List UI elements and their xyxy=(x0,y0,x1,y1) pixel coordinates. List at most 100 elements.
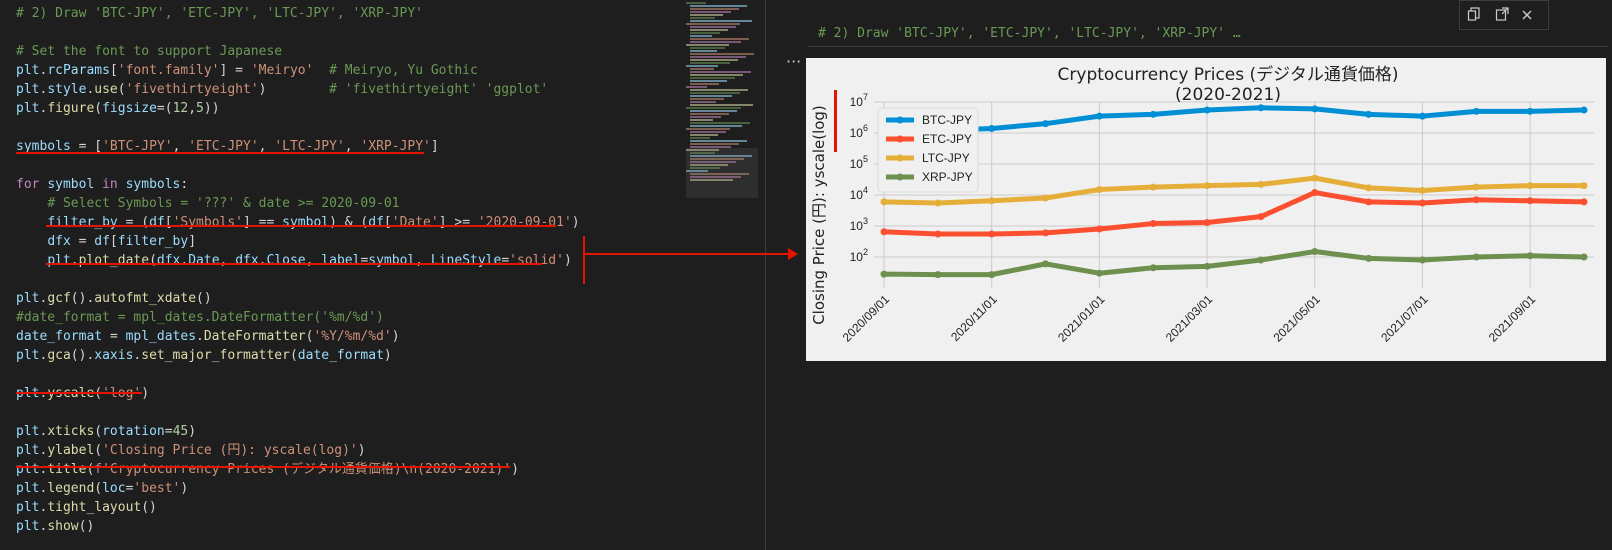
code-line[interactable]: # 2) Draw 'BTC-JPY', 'ETC-JPY', 'LTC-JPY… xyxy=(16,4,423,23)
minimap-line xyxy=(690,29,728,31)
code-token: ) xyxy=(188,424,197,439)
minimap-line xyxy=(690,89,748,91)
output-scrollbar[interactable] xyxy=(785,0,793,550)
code-line[interactable]: plt.gcf().autofmt_xdate() xyxy=(16,289,212,308)
editor-divider[interactable] xyxy=(765,0,766,550)
data-point xyxy=(1257,256,1265,264)
code-line[interactable]: #date_format = mpl_dates.DateFormatter('… xyxy=(16,308,384,327)
minimap-line xyxy=(690,56,746,58)
minimap-slider[interactable] xyxy=(686,148,758,198)
open-in-editor-icon[interactable] xyxy=(1490,4,1514,28)
code-token: ] = xyxy=(219,63,251,78)
code-token: (). xyxy=(70,348,95,363)
code-line[interactable]: plt.title(f'Cryptocurrency Prices (デジタル通… xyxy=(16,460,519,479)
y-tick-exponent: 3 xyxy=(863,216,868,226)
code-token: 5 xyxy=(196,101,204,116)
code-token: ( xyxy=(94,424,103,439)
minimap-line xyxy=(690,59,738,61)
legend-marker xyxy=(896,135,904,143)
code-line[interactable]: plt.show() xyxy=(16,517,94,536)
data-point xyxy=(1203,106,1211,114)
code-token: for xyxy=(16,177,40,192)
code-token: loc xyxy=(102,481,126,496)
code-line[interactable]: date_format = mpl_dates.DateFormatter('%… xyxy=(16,327,400,346)
code-line[interactable]: plt.xticks(rotation=45) xyxy=(16,422,196,441)
annotation-bar-ylabel-inner xyxy=(834,90,837,152)
y-tick-exponent: 6 xyxy=(863,123,868,133)
code-token: DateFormatter xyxy=(203,329,306,344)
code-token: plt xyxy=(16,462,40,477)
code-line[interactable]: plt.tight_layout() xyxy=(16,498,157,517)
code-token: =( xyxy=(156,101,173,116)
code-token: : xyxy=(180,177,189,192)
annotation-underline-yscale xyxy=(16,392,142,394)
code-line[interactable]: plt.plot_date(dfx.Date, dfx.Close, label… xyxy=(16,251,571,270)
code-token: = xyxy=(164,424,173,439)
code-token: 'Symbols' xyxy=(172,215,244,230)
code-line[interactable]: plt.style.use('fivethirtyeight') # 'five… xyxy=(16,80,548,99)
data-point xyxy=(934,271,942,279)
code-token: ) xyxy=(511,462,519,477)
code-token: () xyxy=(196,291,212,306)
code-token: 'fivethirtyeight' xyxy=(125,82,259,97)
copy-icon[interactable] xyxy=(1462,4,1486,28)
code-token: 'font.family' xyxy=(117,63,220,78)
legend-label: ETC-JPY xyxy=(922,132,972,146)
code-line[interactable]: plt.ylabel('Closing Price (円): yscale(lo… xyxy=(16,441,366,460)
more-actions-icon[interactable]: ··· xyxy=(786,52,801,71)
code-token: plt xyxy=(16,424,40,439)
data-point xyxy=(1095,225,1103,233)
code-line[interactable]: filter_by = (df['Symbols'] == symbol) & … xyxy=(16,213,579,232)
code-token: date_format xyxy=(16,329,103,344)
code-token: f xyxy=(94,462,103,477)
data-point xyxy=(1257,180,1265,188)
data-point xyxy=(1149,220,1157,228)
code-token: gcf xyxy=(47,291,71,306)
legend-marker xyxy=(896,154,904,162)
code-token: rcParams xyxy=(47,63,110,78)
code-token: , xyxy=(188,101,197,116)
code-token: . xyxy=(258,253,267,268)
data-point xyxy=(1311,248,1319,256)
code-editor[interactable]: # 2) Draw 'BTC-JPY', 'ETC-JPY', 'LTC-JPY… xyxy=(0,0,765,550)
code-line[interactable]: for symbol in symbols: xyxy=(16,175,188,194)
minimap-line xyxy=(690,98,724,100)
code-line[interactable]: plt.gca().xaxis.set_major_formatter(date… xyxy=(16,346,392,365)
code-token: = ( xyxy=(117,215,150,230)
minimap-line xyxy=(690,119,713,121)
code-line[interactable]: # Set the font to support Japanese xyxy=(16,42,282,61)
minimap-line xyxy=(690,116,721,118)
code-token: style xyxy=(47,82,87,97)
code-token: , xyxy=(305,253,322,268)
code-token: dfx xyxy=(47,234,71,249)
close-icon[interactable] xyxy=(1515,4,1539,28)
y-tick-exponent: 7 xyxy=(863,92,868,102)
data-point xyxy=(1472,183,1480,191)
code-token: mpl_dates xyxy=(125,329,197,344)
minimap-line xyxy=(686,65,718,67)
minimap-line xyxy=(690,68,714,70)
minimap-line xyxy=(690,77,735,79)
code-line[interactable]: plt.rcParams['font.family'] = 'Meiryo' #… xyxy=(16,61,478,80)
annotation-underline-title xyxy=(16,466,510,468)
minimap-line xyxy=(690,8,739,10)
code-token: plt xyxy=(16,443,40,458)
code-line[interactable]: # Select Symbols = '???' & date >= 2020-… xyxy=(16,194,399,213)
minimap-line xyxy=(690,5,747,7)
data-point xyxy=(1149,110,1157,118)
code-line[interactable]: dfx = df[filter_by] xyxy=(16,232,196,251)
data-point xyxy=(1472,253,1480,261)
code-token: ) xyxy=(357,443,366,458)
minimap-line xyxy=(690,71,751,73)
code-line[interactable]: plt.figure(figsize=(12,5)) xyxy=(16,99,220,118)
code-token: LineStyle xyxy=(430,253,502,268)
code-token: gca xyxy=(47,348,71,363)
code-line[interactable]: plt.legend(loc='best') xyxy=(16,479,188,498)
data-point xyxy=(1149,264,1157,272)
code-token: label xyxy=(321,253,361,268)
data-point xyxy=(1311,105,1319,113)
